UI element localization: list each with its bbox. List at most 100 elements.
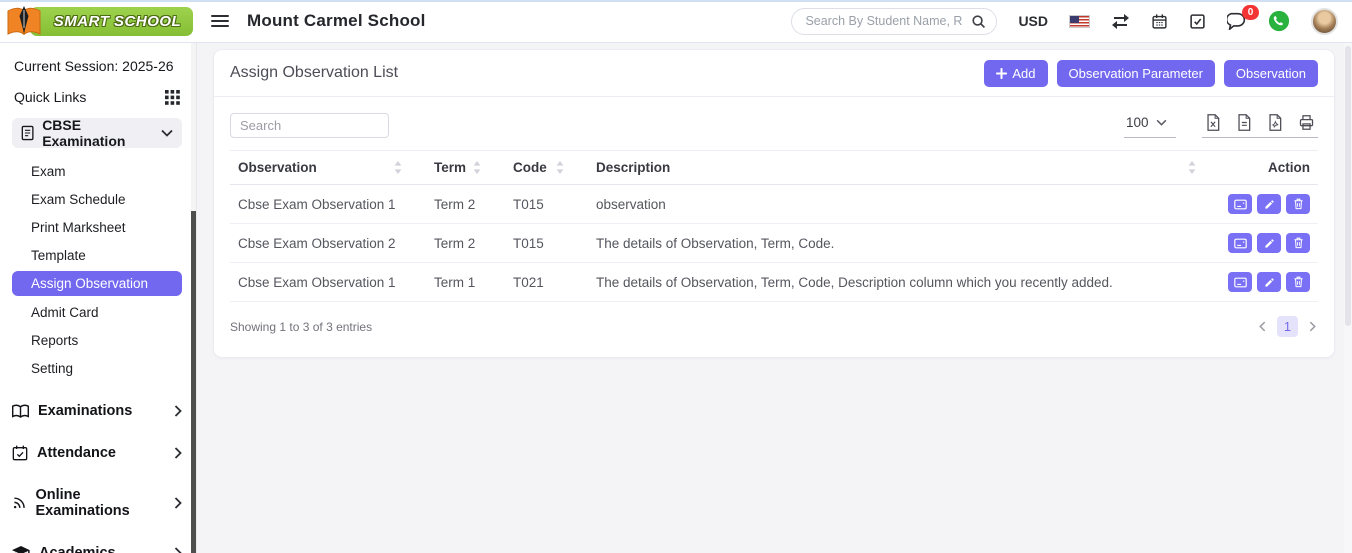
window-top-edge (0, 0, 1352, 2)
document-icon (21, 125, 34, 141)
cell-term: Term 2 (426, 184, 505, 224)
trash-icon (1293, 237, 1303, 249)
grid-icon (165, 89, 180, 105)
pencil-icon (1264, 199, 1274, 209)
page-scrollbar-thumb[interactable] (1345, 46, 1351, 326)
user-avatar[interactable] (1311, 7, 1338, 35)
sort-icon[interactable] (1188, 161, 1196, 174)
table-row: Cbse Exam Observation 1 Term 1 T021 The … (230, 262, 1318, 302)
column-header-description[interactable]: Description (596, 160, 670, 175)
id-card-icon (1233, 277, 1247, 287)
sort-icon[interactable] (394, 161, 402, 174)
assign-card-button[interactable] (1228, 194, 1252, 214)
assign-card-button[interactable] (1228, 233, 1252, 253)
search-icon[interactable] (971, 14, 986, 29)
column-header-term[interactable]: Term (434, 160, 466, 175)
previous-page-button[interactable] (1257, 319, 1268, 334)
sidebar-section-attendance[interactable]: Attendance (12, 445, 182, 461)
quick-links-button[interactable]: Quick Links (14, 89, 180, 105)
chevron-right-icon (174, 497, 182, 509)
sidebar-item-admit-card[interactable]: Admit Card (12, 298, 182, 326)
book-open-icon (12, 404, 29, 418)
cell-code: T021 (505, 262, 588, 302)
cell-observation: Cbse Exam Observation 1 (230, 262, 426, 302)
assign-card-button[interactable] (1228, 272, 1252, 292)
messages-button[interactable]: 0 (1227, 5, 1259, 30)
edit-button[interactable] (1257, 194, 1281, 214)
whatsapp-button[interactable] (1268, 10, 1290, 32)
column-header-code[interactable]: Code (513, 160, 547, 175)
page-scrollbar-track[interactable] (1344, 43, 1352, 553)
cell-description: observation (588, 184, 1220, 224)
table-search-input[interactable] (230, 113, 389, 138)
currency-label[interactable]: USD (1018, 13, 1048, 29)
cell-description: The details of Observation, Term, Code. (588, 223, 1220, 263)
delete-button[interactable] (1286, 272, 1310, 292)
page-title: Assign Observation List (230, 64, 399, 81)
export-csv-icon[interactable] (1236, 114, 1252, 131)
sidebar: Current Session: 2025-26 Quick Links CBS… (0, 43, 197, 553)
page-number-button[interactable]: 1 (1277, 316, 1298, 337)
sidebar-section-online-examinations[interactable]: Online Examinations (12, 487, 182, 519)
pencil-icon (1264, 238, 1274, 248)
assign-observation-card: Assign Observation List Add Observation … (213, 49, 1335, 358)
sidebar-item-print-marksheet[interactable]: Print Marksheet (12, 213, 182, 241)
sidebar-item-setting[interactable]: Setting (12, 354, 182, 382)
app-logo[interactable]: SMART SCHOOL (0, 4, 197, 38)
sidebar-scrollbar-thumb[interactable] (191, 211, 196, 553)
sort-icon[interactable] (473, 161, 481, 174)
sidebar-item-template[interactable]: Template (12, 241, 182, 269)
page-size-select[interactable]: 100 (1124, 115, 1176, 138)
sidebar-item-exam-schedule[interactable]: Exam Schedule (12, 185, 182, 213)
id-card-icon (1233, 238, 1247, 248)
quick-links-label: Quick Links (14, 89, 87, 105)
cell-term: Term 1 (426, 262, 505, 302)
main-content: Assign Observation List Add Observation … (197, 43, 1352, 553)
export-excel-icon[interactable] (1205, 114, 1221, 131)
id-card-icon (1233, 199, 1247, 209)
observation-button[interactable]: Observation (1223, 59, 1318, 87)
cell-code: T015 (505, 184, 588, 224)
rss-icon (13, 497, 25, 509)
chevron-down-icon (161, 129, 173, 137)
sidebar-item-exam[interactable]: Exam (12, 157, 182, 185)
tasks-button[interactable] (1189, 13, 1206, 30)
print-icon[interactable] (1298, 114, 1315, 131)
observation-table: Observation Term Code Description Action… (230, 150, 1318, 302)
cell-observation: Cbse Exam Observation 1 (230, 184, 426, 224)
column-header-observation[interactable]: Observation (238, 160, 317, 175)
add-button[interactable]: Add (984, 59, 1048, 87)
cell-term: Term 2 (426, 223, 505, 263)
menu-toggle-button[interactable] (211, 14, 229, 28)
edit-button[interactable] (1257, 233, 1281, 253)
sidebar-section-examinations[interactable]: Examinations (12, 403, 182, 419)
current-session-label: Current Session: 2025-26 (14, 58, 174, 74)
global-search-input[interactable] (805, 14, 972, 28)
sidebar-section-academics[interactable]: Academics (12, 545, 182, 553)
us-flag-icon[interactable] (1069, 14, 1090, 28)
chevron-right-icon (174, 547, 182, 553)
edit-button[interactable] (1257, 272, 1281, 292)
export-pdf-icon[interactable] (1267, 114, 1283, 131)
sidebar-item-reports[interactable]: Reports (12, 326, 182, 354)
logo-text: SMART SCHOOL (53, 12, 182, 30)
check-square-icon (1190, 13, 1205, 29)
table-row: Cbse Exam Observation 1 Term 2 T015 obse… (230, 184, 1318, 224)
hamburger-icon (211, 15, 229, 27)
next-page-button[interactable] (1307, 319, 1318, 334)
observation-parameter-button[interactable]: Observation Parameter (1056, 59, 1215, 87)
cell-description: The details of Observation, Term, Code, … (588, 262, 1220, 302)
chevron-right-icon (174, 447, 182, 459)
sidebar-item-assign-observation[interactable]: Assign Observation (12, 271, 182, 296)
language-switch-button[interactable] (1111, 13, 1130, 29)
logo-book-icon (7, 6, 41, 36)
sort-icon[interactable] (556, 161, 564, 174)
delete-button[interactable] (1286, 194, 1310, 214)
sidebar-section-cbse-examination[interactable]: CBSE Examination (12, 117, 182, 149)
global-search[interactable] (791, 7, 998, 35)
showing-entries-label: Showing 1 to 3 of 3 entries (230, 319, 373, 334)
graduation-cap-icon (12, 545, 30, 553)
notification-badge: 0 (1242, 5, 1259, 20)
delete-button[interactable] (1286, 233, 1310, 253)
calendar-button[interactable] (1151, 13, 1168, 30)
